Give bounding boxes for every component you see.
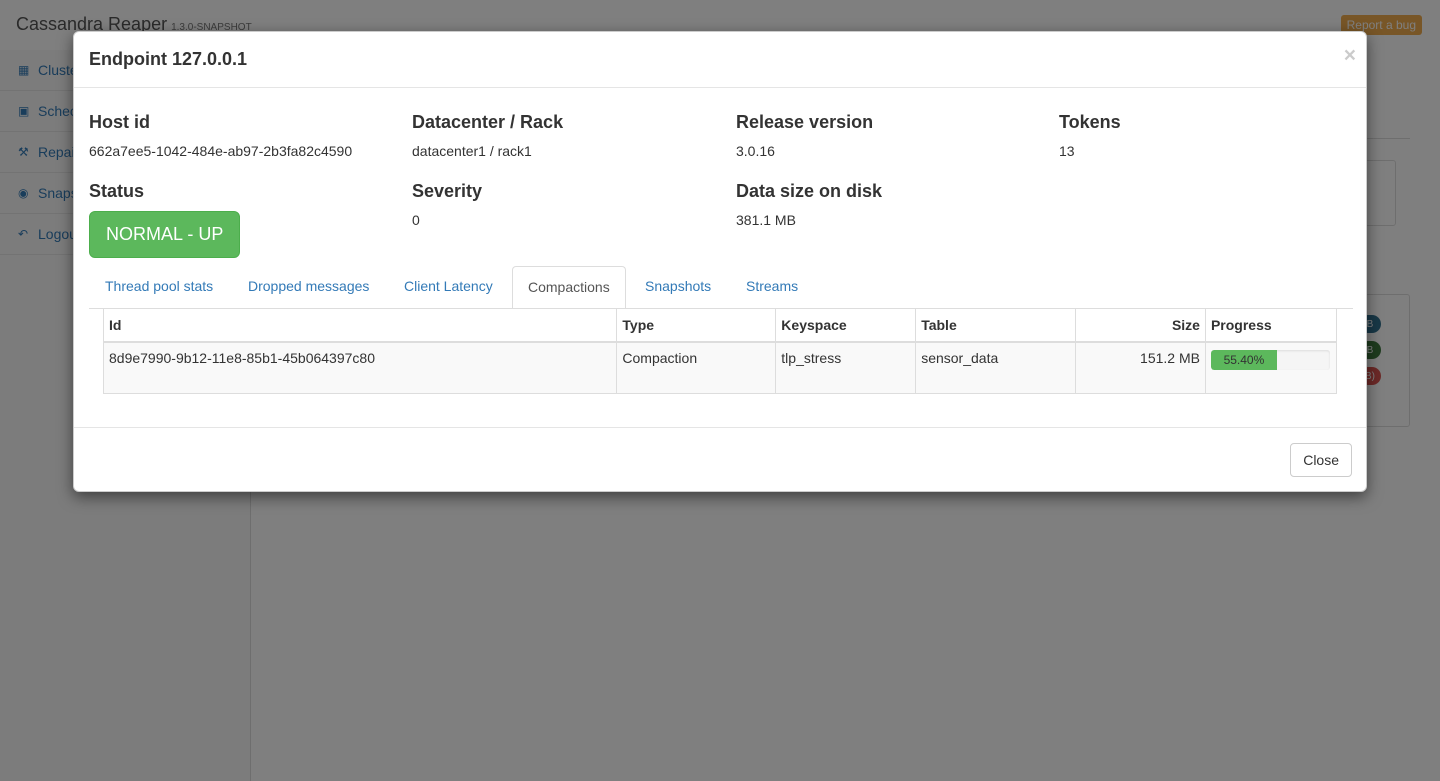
severity-label: Severity [412,181,483,201]
cell-progress: 55.40% [1204,341,1338,394]
status-section: Status NORMAL - UP [89,181,241,258]
tokens-value: 13 [1059,143,1075,159]
modal-footer: Close [74,427,1366,491]
cell-type: Compaction [616,341,777,394]
host-id-section: Host id 662a7ee5-1042-484e-ab97-2b3fa82c… [89,112,352,159]
column-header-size: Size [1075,308,1206,343]
dc-rack-label: Datacenter / Rack [412,112,564,132]
column-header-type: Type [616,308,777,343]
tokens-section: Tokens 13 [1059,112,1121,159]
progress-bar-fill: 55.40% [1210,350,1277,370]
data-size-label: Data size on disk [736,181,883,201]
status-badge: NORMAL - UP [89,211,241,258]
column-header-keyspace: Keyspace [775,308,917,343]
release-section: Release version 3.0.16 [736,112,873,159]
close-button[interactable]: Close [1290,443,1352,477]
cell-id: 8d9e7990-9b12-11e8-85b1-45b064397c80 [102,341,618,394]
dc-rack-value: datacenter1 / rack1 [412,143,532,159]
host-id-value: 662a7ee5-1042-484e-ab97-2b3fa82c4590 [89,143,353,159]
compactions-table: Id Type Keyspace Table Size Progress 8d9… [102,308,1338,394]
tab-dropped-messages[interactable]: Dropped messages [233,266,384,309]
tab-thread-pool-stats[interactable]: Thread pool stats [90,266,228,309]
modal-header: Endpoint 127.0.0.1 × [74,32,1366,88]
endpoint-modal: Endpoint 127.0.0.1 × Host id 662a7ee5-10… [73,31,1367,492]
endpoint-tabs: Thread pool stats Dropped messages Clien… [89,266,1353,309]
column-header-id: Id [102,308,618,343]
cell-keyspace: tlp_stress [775,341,917,394]
release-label: Release version [736,112,874,132]
severity-value: 0 [412,212,420,228]
tab-client-latency[interactable]: Client Latency [389,266,508,309]
table-row: 8d9e7990-9b12-11e8-85b1-45b064397c80 Com… [102,341,1338,394]
dc-rack-section: Datacenter / Rack datacenter1 / rack1 [412,112,563,159]
tab-streams[interactable]: Streams [731,266,813,309]
close-icon[interactable]: × [1344,45,1356,66]
tab-snapshots[interactable]: Snapshots [630,266,726,309]
column-header-table: Table [915,308,1077,343]
status-label: Status [89,181,145,201]
cell-table: sensor_data [915,341,1077,394]
release-value: 3.0.16 [736,143,775,159]
host-id-label: Host id [89,112,150,132]
progress-bar-track: 55.40% [1210,350,1330,370]
data-size-section: Data size on disk 381.1 MB [736,181,882,228]
data-size-value: 381.1 MB [736,212,796,228]
modal-title: Endpoint 127.0.0.1 [89,49,248,69]
cell-size: 151.2 MB [1075,341,1206,394]
tokens-label: Tokens [1059,112,1121,132]
table-header-row: Id Type Keyspace Table Size Progress [102,308,1338,343]
severity-section: Severity 0 [412,181,482,228]
tab-compactions[interactable]: Compactions [512,266,626,309]
column-header-progress: Progress [1204,308,1338,343]
